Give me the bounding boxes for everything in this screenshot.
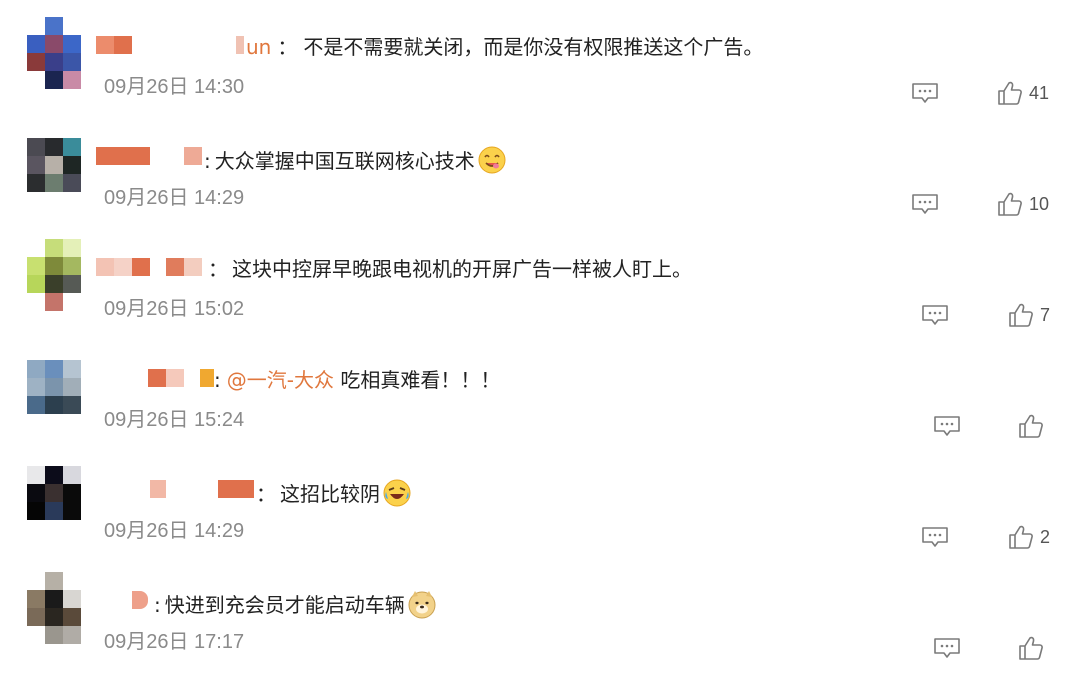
comment-item: ：这块中控屏早晚跟电视机的开屏广告一样被人盯上。 09月26日 15:02 7 — [0, 234, 1080, 345]
avatar[interactable] — [27, 360, 81, 414]
reply-button[interactable] — [921, 526, 949, 548]
reply-button[interactable] — [933, 637, 961, 659]
comment-icon — [934, 416, 960, 436]
comment-icon — [922, 527, 948, 547]
thumbs-up-icon — [1019, 636, 1043, 660]
comment-text: un：不是不需要就关闭，而是你没有权限推送这个广告。 — [246, 35, 764, 59]
thumbs-up-icon — [1019, 414, 1043, 438]
comment-icon — [912, 194, 938, 214]
thumbs-up-icon — [998, 192, 1022, 216]
comment-item: : 大众掌握中国互联网核心技术 09月26日 14:29 10 — [0, 123, 1080, 234]
reply-button[interactable] — [911, 193, 939, 215]
avatar[interactable] — [27, 572, 81, 644]
comment-time: 09月26日 14:29 — [104, 187, 245, 209]
comment-time: 09月26日 15:02 — [104, 298, 245, 320]
yummy-face-emoji — [477, 145, 507, 175]
comment-icon — [922, 305, 948, 325]
like-count: 41 — [1029, 83, 1050, 103]
like-count: 2 — [1040, 527, 1051, 547]
like-button[interactable]: 41 — [997, 80, 1049, 106]
comment-time: 09月26日 14:29 — [104, 520, 245, 542]
thumbs-up-icon — [1009, 525, 1033, 549]
reply-button[interactable] — [911, 82, 939, 104]
thumbs-up-icon — [998, 81, 1022, 105]
reply-button[interactable] — [921, 304, 949, 326]
avatar[interactable] — [27, 17, 81, 89]
like-button[interactable]: 7 — [1008, 302, 1050, 328]
comment-text: : @一汽-大众 吃相真难看！！！ — [214, 368, 501, 392]
like-button[interactable] — [1018, 413, 1050, 439]
like-button[interactable] — [1018, 635, 1050, 661]
like-button[interactable]: 10 — [997, 191, 1049, 217]
comment-text: ：这块中控屏早晚跟电视机的开屏广告一样被人盯上。 — [208, 257, 692, 281]
thumbs-up-icon — [1009, 303, 1033, 327]
mention-link[interactable]: @一汽-大众 — [227, 368, 334, 392]
comment-text: ：这招比较阴 — [256, 478, 412, 508]
like-count: 10 — [1029, 194, 1050, 214]
avatar[interactable] — [27, 138, 81, 192]
avatar[interactable] — [27, 239, 81, 311]
comment-text: : 大众掌握中国互联网核心技术 — [204, 145, 507, 175]
comment-time: 09月26日 17:17 — [104, 631, 245, 653]
like-button[interactable]: 2 — [1008, 524, 1050, 550]
comment-item: : 快进到充会员才能启动车辆 09月26日 17:17 — [0, 567, 1080, 678]
username-suffix[interactable]: un — [246, 35, 271, 59]
comment-item: un：不是不需要就关闭，而是你没有权限推送这个广告。 09月26日 14:30 … — [0, 12, 1080, 123]
reply-button[interactable] — [933, 415, 961, 437]
doge-emoji — [407, 589, 437, 619]
comment-item: : @一汽-大众 吃相真难看！！！ 09月26日 15:24 — [0, 345, 1080, 456]
comment-time: 09月26日 15:24 — [104, 409, 245, 431]
comment-icon — [912, 83, 938, 103]
comment-icon — [934, 638, 960, 658]
comment-item: ：这招比较阴 09月26日 14:29 2 — [0, 456, 1080, 567]
laughing-tears-emoji — [382, 478, 412, 508]
comment-text: : 快进到充会员才能启动车辆 — [154, 589, 437, 619]
comment-time: 09月26日 14:30 — [104, 76, 245, 98]
like-count: 7 — [1040, 305, 1051, 325]
avatar[interactable] — [27, 466, 81, 520]
